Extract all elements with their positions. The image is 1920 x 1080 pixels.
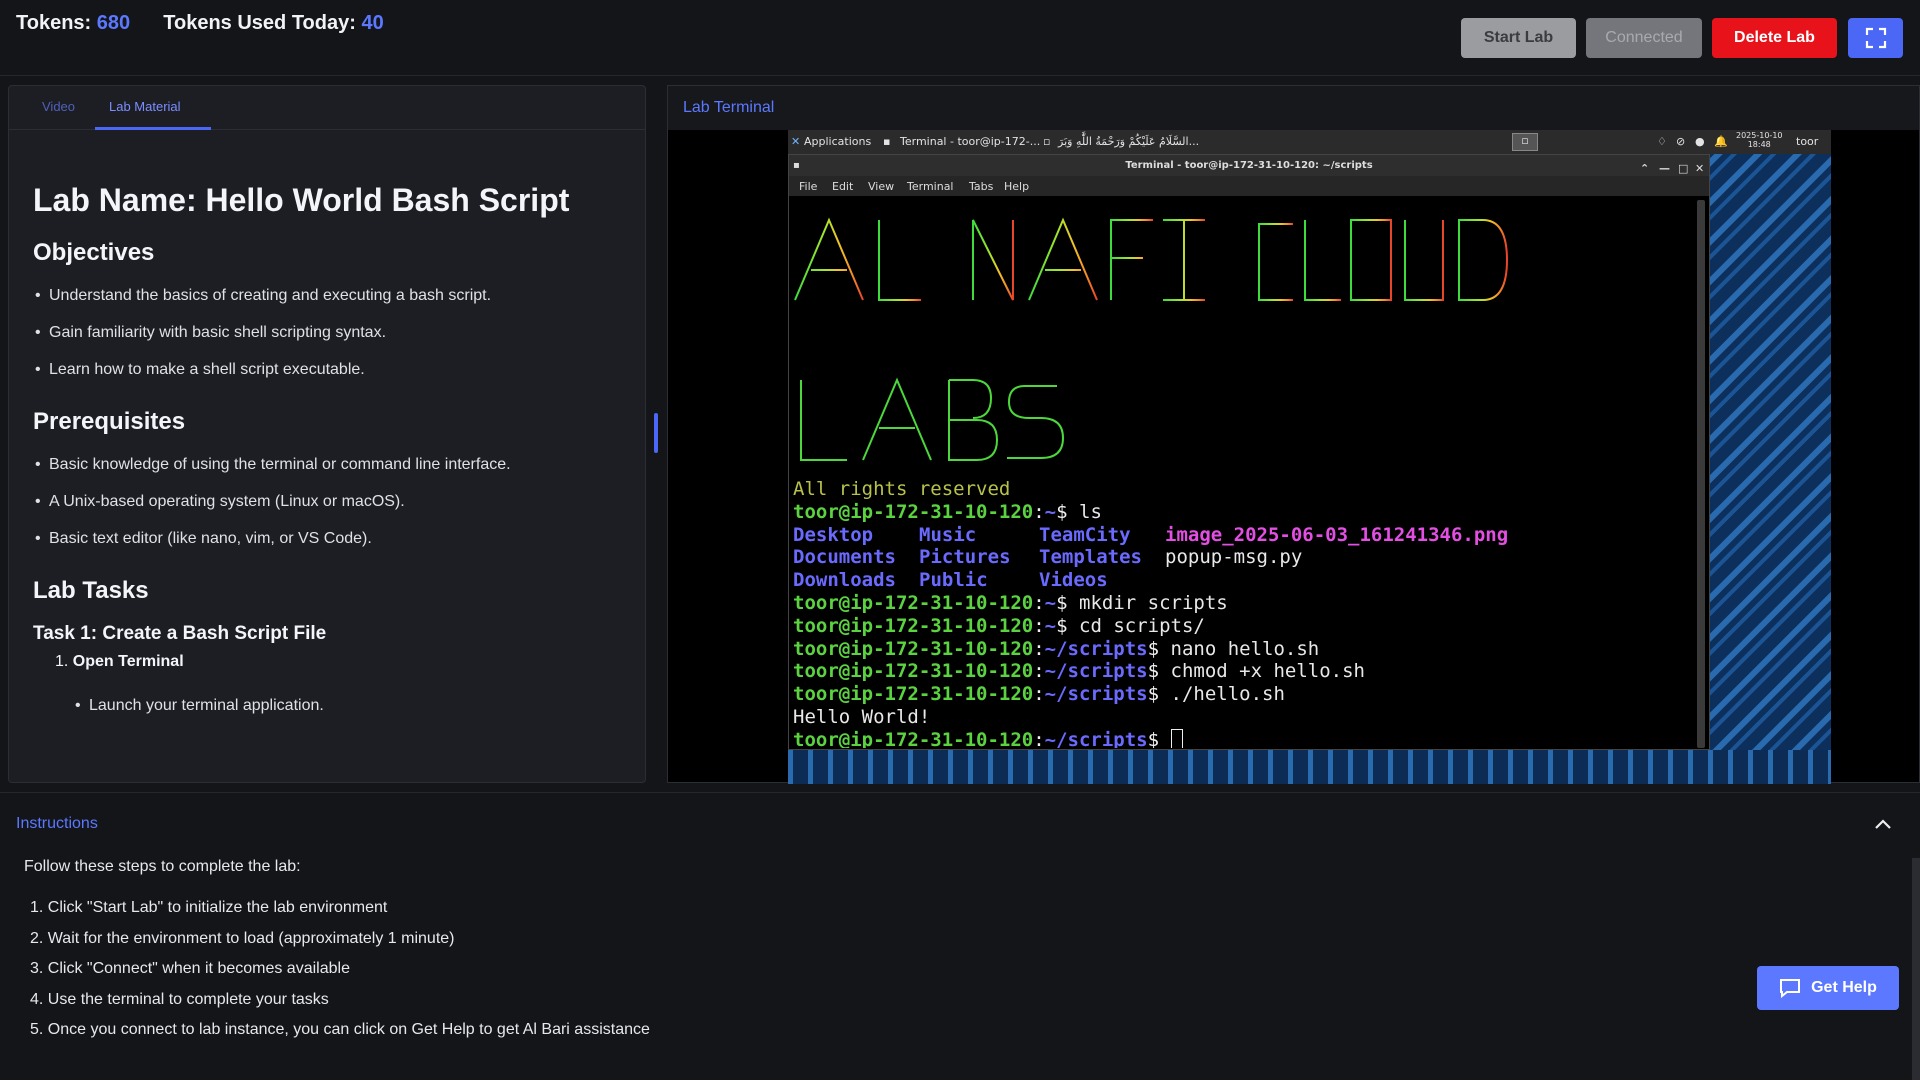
objectives-heading: Objectives xyxy=(33,239,155,266)
list-item: Basic text editor (like nano, vim, or VS… xyxy=(33,520,623,557)
chat-icon xyxy=(1780,979,1801,998)
terminal-line: toor@ip-172-31-10-120:~/scripts$ nano he… xyxy=(793,637,1320,660)
menu-edit[interactable]: Edit xyxy=(832,180,853,193)
terminal-line: toor@ip-172-31-10-120:~/scripts$ chmod +… xyxy=(793,660,1365,683)
desktop-top-panel: ✕ Applications ▪ Terminal - toor@ip-172-… xyxy=(788,130,1831,154)
delete-lab-button[interactable]: Delete Lab xyxy=(1712,18,1837,58)
user-menu[interactable]: toor xyxy=(1796,135,1818,148)
menu-terminal[interactable]: Terminal xyxy=(907,180,954,193)
mute-icon[interactable]: ⊘ xyxy=(1676,135,1685,148)
terminal-line: toor@ip-172-31-10-120:~$ mkdir scripts xyxy=(793,591,1228,614)
instructions-title[interactable]: Instructions xyxy=(16,815,98,833)
material-tabs: Video Lab Material xyxy=(9,86,645,130)
tokens-today-value: 40 xyxy=(361,12,384,34)
lab-tasks-heading: Lab Tasks xyxy=(33,577,149,604)
rights-line: All rights reserved xyxy=(793,478,1011,500)
list-item: 2. Wait for the environment to load (app… xyxy=(30,929,455,947)
task1-sub-item: Launch your terminal application. xyxy=(73,697,623,715)
terminal-line: toor@ip-172-31-10-120:~$ ls xyxy=(793,500,1102,523)
tab-lab-material[interactable]: Lab Material xyxy=(109,99,181,114)
fullscreen-button[interactable] xyxy=(1848,18,1903,58)
ls-output-row: Documents Pictures Templates popup-msg.py xyxy=(793,546,1303,569)
prerequisites-heading: Prerequisites xyxy=(33,408,186,435)
panel-resize-handle[interactable] xyxy=(654,413,658,453)
ls-output-row: Downloads Public Videos xyxy=(793,569,1108,592)
terminal-menubar: File Edit View Terminal Tabs Help xyxy=(789,176,1709,196)
terminal-line: toor@ip-172-31-10-120:~/scripts$ ./hello… xyxy=(793,683,1285,706)
instructions-list: 1. Click "Start Lab" to initialize the l… xyxy=(30,893,650,1046)
xfce-icon[interactable]: ✕ xyxy=(791,135,800,148)
instructions-section: Instructions Follow these steps to compl… xyxy=(0,792,1920,1080)
list-item: Gain familiarity with basic shell script… xyxy=(33,314,623,351)
list-item: Understand the basics of creating and ex… xyxy=(33,277,623,314)
terminal-taskbar-icon: ▪ xyxy=(883,135,891,148)
menu-view[interactable]: View xyxy=(868,180,894,193)
lab-name-heading: Lab Name: Hello World Bash Script xyxy=(33,182,570,218)
tab-video[interactable]: Video xyxy=(42,99,75,114)
task1-step: 1. Open Terminal xyxy=(55,653,623,671)
chevron-up-icon[interactable] xyxy=(1874,813,1892,836)
ls-output-row: Desktop Music TeamCity image_2025-06-03_161… xyxy=(793,523,1509,546)
terminal-titlebar[interactable]: ▪ Terminal - toor@ip-172-31-10-120: ~/sc… xyxy=(789,155,1709,176)
script-output: Hello World! xyxy=(793,705,931,728)
list-item: 5. Once you connect to lab instance, you… xyxy=(30,1021,650,1038)
terminal-line: toor@ip-172-31-10-120:~$ cd scripts/ xyxy=(793,614,1205,637)
list-item: 4. Use the terminal to complete your tas… xyxy=(30,990,329,1008)
get-help-button[interactable]: Get Help xyxy=(1757,966,1899,1010)
show-desktop-icon[interactable]: ▫ xyxy=(1512,133,1538,151)
terminal-scrollbar[interactable] xyxy=(1697,200,1705,748)
menu-help[interactable]: Help xyxy=(1004,180,1029,193)
terminal-output[interactable]: All rights reserved toor@ip-172-31-10-120… xyxy=(793,200,1693,748)
notification-bell-icon[interactable]: 🔔 xyxy=(1714,135,1728,148)
token-counters: Tokens: 680 Tokens Used Today: 40 xyxy=(16,12,384,35)
tokens-today-label: Tokens Used Today: xyxy=(163,12,356,34)
instructions-intro: Follow these steps to complete the lab: xyxy=(24,858,301,875)
taskbar-greeting[interactable]: السَّلَامُ عَلَيْكُمْ وَرَحْمَةُ اللَّٰه… xyxy=(1058,135,1199,148)
step-number: 1. xyxy=(55,653,69,670)
tokens-label: Tokens: xyxy=(16,12,92,34)
updates-icon[interactable]: ● xyxy=(1695,135,1705,148)
window-taskbar-icon: ▫ xyxy=(1043,135,1051,148)
terminal-lines: All rights reserved toor@ip-172-31-10-120… xyxy=(793,478,1508,748)
clock[interactable]: 2025-10-10 18:48 xyxy=(1736,131,1783,149)
objectives-list: Understand the basics of creating and ex… xyxy=(33,277,623,388)
network-icon[interactable]: ♢ xyxy=(1657,135,1667,148)
expand-icon xyxy=(1865,27,1886,49)
terminal-window-icon: ▪ xyxy=(793,160,800,171)
tokens-value: 680 xyxy=(96,12,131,34)
material-scrollbar[interactable] xyxy=(645,216,646,399)
terminal-window-title: Terminal - toor@ip-172-31-10-120: ~/scri… xyxy=(1125,160,1373,171)
list-item: Learn how to make a shell script executa… xyxy=(33,351,623,388)
lab-material-panel: Video Lab Material Lab Name: Hello World… xyxy=(8,85,646,783)
terminal-window[interactable]: ▪ Terminal - toor@ip-172-31-10-120: ~/sc… xyxy=(788,154,1710,750)
prerequisites-list: Basic knowledge of using the terminal or… xyxy=(33,446,623,557)
terminal-panel-header: Lab Terminal xyxy=(668,86,1919,130)
remote-desktop[interactable]: ✕ Applications ▪ Terminal - toor@ip-172-… xyxy=(788,130,1831,784)
get-help-label: Get Help xyxy=(1811,979,1877,996)
terminal-cursor xyxy=(1170,728,1183,748)
ascii-banner xyxy=(794,217,1509,461)
terminal-prompt-line[interactable]: toor@ip-172-31-10-120:~/scripts$ xyxy=(793,728,1508,748)
menu-file[interactable]: File xyxy=(799,180,817,193)
connected-button[interactable]: Connected xyxy=(1586,18,1702,58)
applications-menu[interactable]: Applications xyxy=(804,135,871,148)
lab-terminal-title: Lab Terminal xyxy=(683,99,775,116)
task1-heading: Task 1: Create a Bash Script File xyxy=(33,623,327,644)
list-item: Basic knowledge of using the terminal or… xyxy=(33,446,623,483)
list-item: 3. Click "Connect" when it becomes avail… xyxy=(30,960,350,977)
menu-tabs[interactable]: Tabs xyxy=(969,180,993,193)
taskbar-terminal[interactable]: Terminal - toor@ip-172-... xyxy=(900,135,1040,148)
list-item: 1. Click "Start Lab" to initialize the l… xyxy=(30,899,388,916)
lab-terminal-panel: Lab Terminal ✕ Applications ▪ Terminal -… xyxy=(667,85,1920,784)
page-scrollbar[interactable] xyxy=(1912,858,1920,1080)
lab-material-content: Lab Name: Hello World Bash Script Object… xyxy=(33,136,623,715)
active-tab-indicator xyxy=(95,127,211,130)
top-bar: Tokens: 680 Tokens Used Today: 40 Start … xyxy=(0,0,1920,76)
step-label: Open Terminal xyxy=(72,653,184,670)
start-lab-button[interactable]: Start Lab xyxy=(1461,18,1576,58)
list-item: A Unix-based operating system (Linux or … xyxy=(33,483,623,520)
